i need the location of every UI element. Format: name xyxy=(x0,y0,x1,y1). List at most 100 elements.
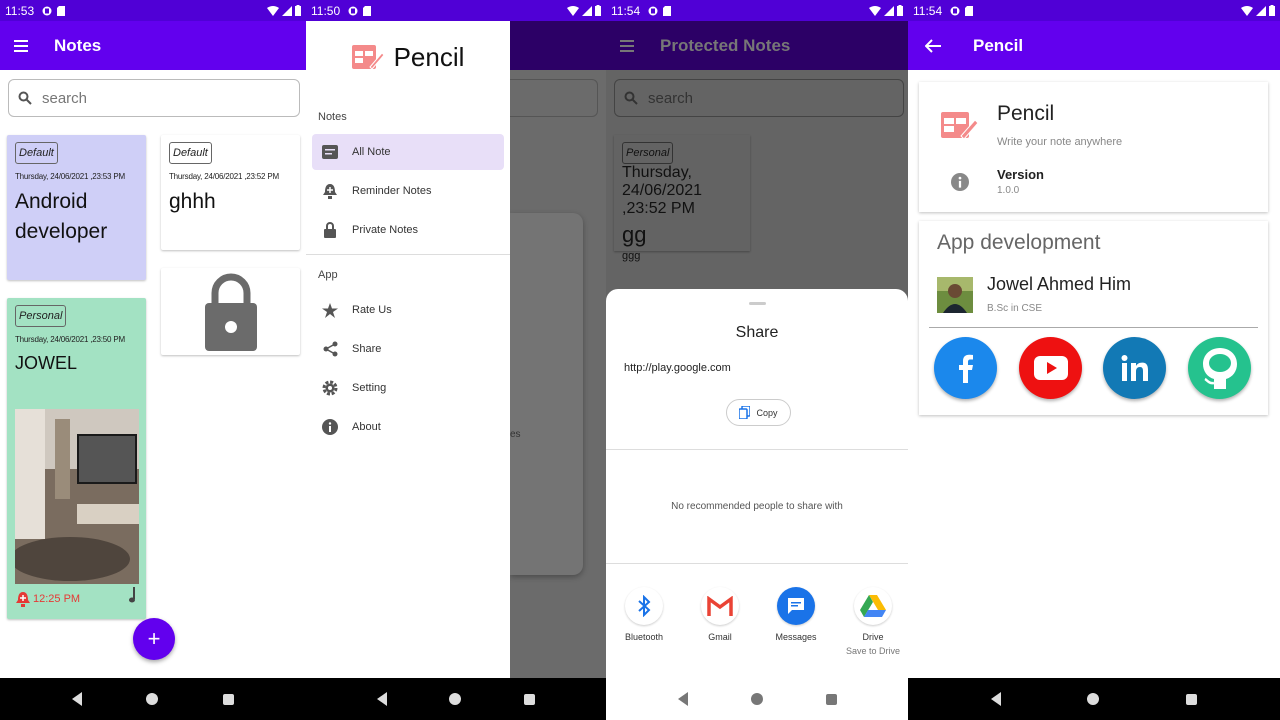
sd-card-icon xyxy=(663,5,672,16)
top-app-bar: Notes xyxy=(0,21,306,70)
back-icon[interactable] xyxy=(991,692,1002,706)
share-url: http://play.google.com xyxy=(624,362,731,374)
pencil-logo-icon xyxy=(941,112,979,140)
divider xyxy=(606,449,908,450)
youtube-button[interactable] xyxy=(1019,337,1082,399)
recents-icon[interactable] xyxy=(523,693,535,705)
home-icon[interactable] xyxy=(1087,693,1100,705)
note-date: Thursday, 24/06/2021 ,23:52 PM xyxy=(169,172,279,181)
copy-button[interactable]: Copy xyxy=(726,399,791,426)
drawer-item-reminder-notes[interactable]: Reminder Notes xyxy=(312,173,504,209)
app-tagline: Write your note anywhere xyxy=(997,136,1123,148)
home-icon[interactable] xyxy=(146,693,159,705)
note-body: ggg xyxy=(622,250,641,262)
drawer-item-setting[interactable]: Setting xyxy=(312,370,504,406)
version-value: 1.0.0 xyxy=(997,185,1020,196)
note-card[interactable]: Default Thursday, 24/06/2021 ,23:52 PM g… xyxy=(161,135,300,250)
drawer-item-label: All Note xyxy=(352,146,391,158)
drawer-item-all-note[interactable]: All Note xyxy=(312,134,504,170)
share-target-name: Bluetooth xyxy=(624,632,664,642)
note-card[interactable]: Default Thursday, 24/06/2021 ,23:53 PM A… xyxy=(7,135,146,280)
drive-icon xyxy=(860,595,886,617)
app-bar-title: Protected Notes xyxy=(660,35,791,55)
battery-icon xyxy=(1269,5,1275,16)
note-title: ghhh xyxy=(169,190,216,213)
back-arrow-icon[interactable] xyxy=(925,38,941,53)
avatar xyxy=(937,277,973,313)
system-nav-bar xyxy=(306,678,606,720)
share-target-drive[interactable]: Drive Save to Drive xyxy=(838,587,908,656)
battery-icon xyxy=(595,5,601,16)
note-tag: Default xyxy=(169,142,212,164)
home-icon[interactable] xyxy=(449,693,462,705)
home-icon[interactable] xyxy=(750,693,763,705)
menu-icon[interactable] xyxy=(14,39,28,52)
share-target-name: Messages xyxy=(775,632,817,642)
status-bar: 11:50 xyxy=(306,0,606,21)
locked-note-card[interactable] xyxy=(161,268,300,355)
note-title: JOWEL xyxy=(15,353,78,373)
linkedin-icon xyxy=(1121,355,1148,381)
recents-icon[interactable] xyxy=(825,693,837,705)
drawer-item-about[interactable]: About xyxy=(312,409,504,445)
back-icon[interactable] xyxy=(677,692,688,706)
top-app-bar: Pencil xyxy=(908,21,1280,70)
drawer-scrim[interactable]: es xyxy=(510,21,606,678)
section-app: App xyxy=(318,269,338,281)
gmail-icon xyxy=(707,596,733,616)
drawer-item-private-notes[interactable]: Private Notes xyxy=(312,212,504,248)
dimmed-dialog: es xyxy=(510,213,583,575)
pencil-logo-icon xyxy=(351,45,384,70)
drawer-item-label: Rate Us xyxy=(352,304,392,316)
note-image xyxy=(15,409,139,584)
wifi-icon xyxy=(267,5,279,16)
notes-screen: 11:53 Notes search Default Thursday, 24/… xyxy=(0,0,306,720)
share-sheet: Share http://play.google.com Copy No rec… xyxy=(606,289,908,720)
linkedin-button[interactable] xyxy=(1103,337,1166,399)
gear-icon xyxy=(322,380,338,396)
drawer-header: Pencil xyxy=(306,21,510,93)
copy-label: Copy xyxy=(756,407,778,418)
back-icon[interactable] xyxy=(72,692,83,706)
share-target-name: Gmail xyxy=(708,632,732,642)
drawer-screen: 11:50 es Pencil Notes All Note Reminder xyxy=(306,0,606,720)
facebook-button[interactable] xyxy=(934,337,997,399)
divider xyxy=(929,327,1258,328)
share-target-gmail[interactable]: Gmail xyxy=(685,587,755,642)
share-target-sub: Save to Drive xyxy=(845,646,901,656)
note-date: Thursday, 24/06/2021 ,23:52 PM xyxy=(622,164,703,217)
note-tag: Default xyxy=(15,142,58,164)
search-input[interactable]: search xyxy=(8,79,300,117)
drawer-item-label: Reminder Notes xyxy=(352,185,432,197)
signal-icon xyxy=(582,5,592,16)
system-nav-bar xyxy=(606,678,908,720)
sheet-handle[interactable] xyxy=(749,302,766,305)
share-target-messages[interactable]: Messages xyxy=(761,587,831,642)
dev-name: Jowel Ahmed Him xyxy=(987,274,1132,294)
note-card[interactable]: Personal Thursday, 24/06/2021 ,23:50 PM … xyxy=(7,298,146,619)
status-bar: 11:54 xyxy=(606,0,908,21)
drawer-item-label: Share xyxy=(352,343,382,355)
messages-icon xyxy=(788,598,804,614)
add-note-button[interactable]: + xyxy=(133,618,175,660)
star-icon xyxy=(322,302,338,318)
note-tag: Personal xyxy=(15,305,67,327)
protected-notes-share-screen: 11:54 Protected Notes search Personal Th… xyxy=(606,0,908,720)
share-target-bluetooth[interactable]: Bluetooth xyxy=(609,587,679,642)
signal-icon xyxy=(1256,5,1266,16)
drawer-item-rate-us[interactable]: Rate Us xyxy=(312,292,504,328)
status-time: 11:54 xyxy=(913,3,943,18)
sd-card-icon xyxy=(965,5,974,16)
facebook-icon xyxy=(958,354,973,383)
recents-icon[interactable] xyxy=(1185,693,1197,705)
back-icon[interactable] xyxy=(377,692,388,706)
github-button[interactable] xyxy=(1188,337,1251,399)
notification-icon xyxy=(42,6,52,15)
section-notes: Notes xyxy=(318,111,347,123)
wifi-icon xyxy=(869,5,881,16)
drawer-item-share[interactable]: Share xyxy=(312,331,504,367)
navigation-drawer: Pencil Notes All Note Reminder Notes Pri… xyxy=(306,21,510,678)
dev-degree: B.Sc in CSE xyxy=(987,303,1043,314)
drawer-item-label: Private Notes xyxy=(352,224,419,236)
recents-icon[interactable] xyxy=(222,693,234,705)
